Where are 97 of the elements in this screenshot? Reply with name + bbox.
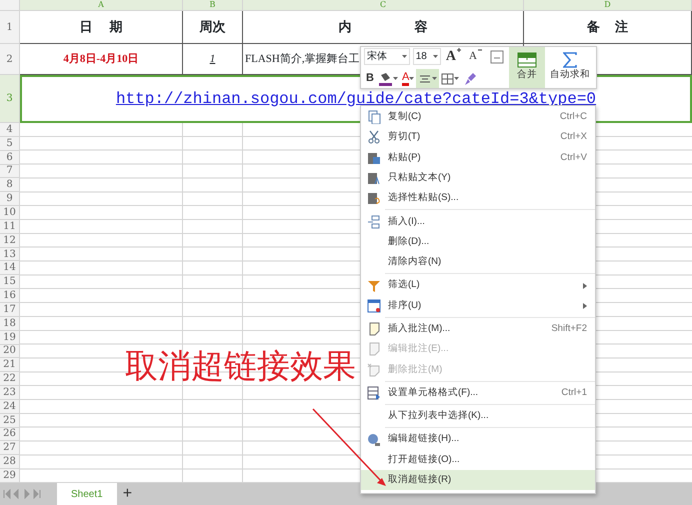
- table-cell-text: 4月8日-4月10日: [63, 52, 139, 67]
- font-select[interactable]: 宋体: [364, 48, 410, 65]
- row-header[interactable]: 27: [0, 441, 20, 456]
- menu-item[interactable]: 排序(U): [361, 296, 595, 316]
- row-header[interactable]: 17: [0, 302, 20, 317]
- globe-link-icon: [367, 432, 381, 447]
- row-header[interactable]: 19: [0, 330, 20, 344]
- border-icon: [441, 72, 454, 86]
- note-icon: [367, 362, 381, 377]
- row-header[interactable]: 8: [0, 178, 20, 192]
- row-header[interactable]: 6: [0, 150, 20, 165]
- caret-icon: [432, 55, 438, 58]
- row-header[interactable]: 11: [0, 220, 20, 234]
- column-header[interactable]: A: [20, 0, 183, 11]
- format-cells-icon: [367, 386, 381, 400]
- column-header[interactable]: D: [524, 0, 692, 11]
- menu-item[interactable]: 插入(I)...: [361, 211, 595, 232]
- row-header[interactable]: 1: [0, 11, 20, 44]
- row-header[interactable]: 28: [0, 455, 20, 470]
- sheet-tab[interactable]: Sheet1: [57, 483, 117, 505]
- row-header[interactable]: 13: [0, 248, 20, 262]
- format-brush-icon: [463, 72, 478, 86]
- bold-button[interactable]: B: [364, 69, 376, 88]
- row-header[interactable]: 20: [0, 344, 20, 358]
- scissors-icon: [367, 130, 381, 144]
- plus-icon: [456, 47, 462, 53]
- note-icon: [367, 342, 381, 356]
- merge-cells-icon: [517, 52, 537, 68]
- copy-icon: [367, 110, 381, 124]
- row-header[interactable]: 9: [0, 192, 20, 206]
- menu-item[interactable]: 设置单元格格式(F)... Ctrl+1: [361, 382, 595, 404]
- table-cell-text: 备 注: [586, 18, 628, 36]
- caret-icon: [432, 77, 438, 80]
- row-header[interactable]: 7: [0, 164, 20, 178]
- add-sheet-button[interactable]: +: [120, 484, 134, 504]
- insert-cells-icon: [367, 214, 381, 229]
- row-header[interactable]: 4: [0, 123, 20, 137]
- row-header[interactable]: 26: [0, 428, 20, 442]
- caret-icon: [454, 77, 460, 80]
- table-cell-text: 周次: [200, 18, 226, 36]
- caret-icon: [409, 77, 414, 80]
- row-header[interactable]: 15: [0, 275, 20, 290]
- sort-icon: [367, 298, 381, 313]
- menu-item[interactable]: 编辑超链接(H)...: [361, 429, 595, 450]
- clipboard-icon: [367, 150, 381, 165]
- menu-item[interactable]: 插入批注(M)... Shift+F2: [361, 318, 595, 340]
- row-header[interactable]: 5: [0, 136, 20, 151]
- menu-item[interactable]: 打开超链接(O)...: [361, 450, 595, 470]
- submenu-arrow-icon: [583, 282, 587, 289]
- menu-item[interactable]: 筛选(L): [361, 275, 595, 296]
- row-header[interactable]: 23: [0, 386, 20, 400]
- grow-font-button[interactable]: A: [444, 47, 464, 66]
- table-cell-text: 1: [210, 52, 216, 67]
- caret-icon: [392, 77, 398, 80]
- menu-item[interactable]: 粘贴(P) Ctrl+V: [361, 148, 595, 168]
- menu-item[interactable]: 只粘贴文本(Y): [361, 168, 595, 188]
- minus-icon: [477, 47, 483, 53]
- menu-item[interactable]: 复制(C) Ctrl+C: [361, 107, 595, 128]
- merge-button[interactable]: 合并: [509, 47, 545, 88]
- column-header[interactable]: C: [243, 0, 524, 11]
- row-header[interactable]: 3: [0, 75, 20, 123]
- row-header[interactable]: 12: [0, 234, 20, 248]
- menu-item[interactable]: 从下拉列表中选择(K)...: [361, 406, 595, 426]
- table-cell-text: 日 期: [79, 18, 123, 36]
- table-cell-text: FLASH简介,掌握舞台工: [244, 52, 360, 67]
- row-header[interactable]: 2: [0, 44, 20, 75]
- table-cell-text: 内 容: [338, 18, 428, 36]
- row-header[interactable]: 24: [0, 400, 20, 414]
- column-header[interactable]: B: [183, 0, 243, 11]
- autosum-button[interactable]: 自动求和: [545, 47, 595, 88]
- fill-color-icon: [378, 72, 393, 86]
- shrink-font-button[interactable]: A: [467, 47, 485, 66]
- menu-item[interactable]: 删除(D)...: [361, 232, 595, 252]
- menu-item[interactable]: 清除内容(N): [361, 252, 595, 272]
- row-header[interactable]: 10: [0, 206, 20, 220]
- row-header[interactable]: 29: [0, 469, 20, 483]
- annotation-text: 取消超链接效果: [125, 346, 356, 386]
- row-header[interactable]: 21: [0, 358, 20, 372]
- menu-item[interactable]: 取消超链接(R): [361, 470, 595, 490]
- sigma-icon: [563, 52, 577, 68]
- size-select[interactable]: 18: [412, 48, 441, 65]
- clipboard-icon: [367, 171, 381, 186]
- row-header[interactable]: 22: [0, 372, 20, 386]
- submenu-arrow-icon: [583, 302, 587, 309]
- font-color-button[interactable]: A: [400, 69, 416, 88]
- wrap-text-icon: [490, 50, 504, 64]
- menu-item[interactable]: 剪切(T) Ctrl+X: [361, 127, 595, 148]
- filter-icon: [367, 278, 381, 293]
- row-header[interactable]: 25: [0, 414, 20, 428]
- menu-item[interactable]: 选择性粘贴(S)...: [361, 188, 595, 208]
- row-header[interactable]: 16: [0, 289, 20, 303]
- note-icon: [367, 322, 381, 336]
- row-header[interactable]: 18: [0, 316, 20, 331]
- align-center-button[interactable]: [416, 69, 440, 88]
- row-header[interactable]: 14: [0, 261, 20, 276]
- clipboard-icon: [367, 191, 381, 206]
- caret-icon: [402, 55, 407, 58]
